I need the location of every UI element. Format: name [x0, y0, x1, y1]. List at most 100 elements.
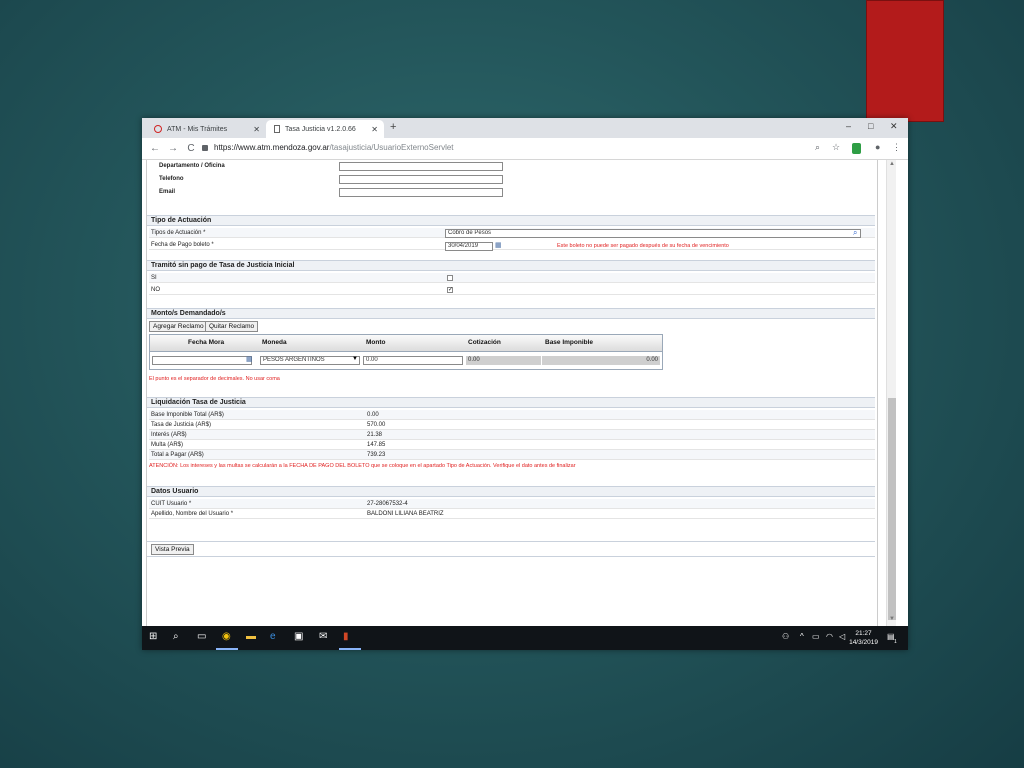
- lock-icon: [202, 144, 208, 151]
- montos-grid-row: ▦ PESOS ARGENTINOS ▼ 0.00 0.00 0.00: [149, 352, 663, 370]
- store-icon[interactable]: ▣: [294, 631, 303, 642]
- tab-tasa-justicia[interactable]: Tasa Justicia v1.2.0.66 ✕: [266, 120, 384, 138]
- menu-icon[interactable]: ⋮: [892, 142, 901, 153]
- decimal-note: El punto es el separador de decimales. N…: [149, 376, 280, 382]
- col-monto: Monto: [366, 339, 386, 346]
- agregar-reclamo-button[interactable]: Agregar Reclamo: [149, 321, 208, 332]
- tab-label: ATM - Mis Trámites: [167, 125, 228, 133]
- chevron-up-icon[interactable]: ^: [800, 632, 804, 641]
- tipo-actuacion-input[interactable]: Cobro de Pesos: [445, 229, 861, 238]
- liquidacion-row: Total a Pagar (AR$) 739.23: [149, 450, 875, 460]
- edge-icon[interactable]: e: [270, 631, 276, 642]
- col-cotizacion: Cotización: [468, 339, 501, 346]
- section-liquidacion: Liquidación Tasa de Justicia: [147, 397, 875, 408]
- telefono-input[interactable]: [339, 175, 503, 184]
- url-host: https://www.atm.mendoza.gov.ar: [214, 143, 330, 152]
- close-window-button[interactable]: ✕: [890, 121, 898, 132]
- form-row: SI: [149, 273, 875, 283]
- liquidacion-row: Multa (AR$) 147.85: [149, 440, 875, 450]
- url-path: /tasajusticia/UsuarioExternoServlet: [329, 143, 454, 152]
- slide-red-accent: [866, 0, 944, 122]
- active-app-indicator: [216, 648, 238, 650]
- file-explorer-icon[interactable]: ▬: [246, 631, 256, 642]
- si-checkbox[interactable]: [447, 275, 453, 281]
- apellido-nombre-value: BALDONI LILIANA BEATRIZ: [367, 511, 444, 517]
- tipo-actuacion-label: Tipos de Actuación *: [151, 230, 206, 236]
- usuario-row: CUIT Usuario * 27-28067532-4: [149, 499, 875, 509]
- form-row: Fecha de Pago boleto *: [149, 240, 875, 250]
- liquidacion-row: Interés (AR$) 21.38: [149, 430, 875, 440]
- actions-bar: [147, 541, 875, 557]
- forward-button[interactable]: →: [168, 143, 178, 154]
- form-page: Departamento / Oficina Telefono Email Ti…: [146, 160, 878, 626]
- fecha-pago-input[interactable]: 30/04/2019: [445, 242, 493, 251]
- departamento-input[interactable]: [339, 162, 503, 171]
- si-label: SI: [151, 275, 157, 281]
- star-icon[interactable]: ☆: [832, 142, 840, 153]
- calendar-icon[interactable]: ▦: [246, 355, 253, 363]
- people-icon[interactable]: ⚇: [782, 632, 789, 641]
- section-tramito-sin-pago: Tramitó sin pago de Tasa de Justicia Ini…: [147, 260, 875, 271]
- col-base-imponible: Base Imponible: [545, 339, 594, 346]
- vertical-scrollbar[interactable]: ▲ ▼: [886, 160, 896, 626]
- scrollbar-thumb[interactable]: [888, 398, 896, 620]
- liquidacion-label: Interés (AR$): [151, 432, 187, 438]
- no-checkbox[interactable]: ✓: [447, 287, 453, 293]
- notification-count: 1: [894, 639, 897, 645]
- liquidacion-value: 147.85: [367, 442, 386, 448]
- form-row: NO: [149, 285, 875, 295]
- mail-icon[interactable]: ✉: [319, 631, 327, 642]
- system-clock[interactable]: 21:27 14/3/2019: [849, 629, 878, 647]
- battery-icon[interactable]: ▭: [812, 632, 820, 641]
- vista-previa-button[interactable]: Vista Previa: [151, 544, 194, 555]
- maximize-button[interactable]: □: [868, 121, 873, 131]
- liquidacion-row: Base Imponible Total (AR$) 0.00: [149, 410, 875, 420]
- clock-date: 14/3/2019: [849, 639, 878, 646]
- scroll-down-icon[interactable]: ▼: [888, 616, 896, 624]
- minimize-button[interactable]: –: [846, 121, 851, 131]
- section-tipo-actuacion: Tipo de Actuación: [147, 215, 875, 226]
- back-button[interactable]: ←: [150, 143, 160, 154]
- zoom-icon[interactable]: ⌕: [815, 142, 820, 153]
- wifi-icon[interactable]: ◠: [826, 632, 833, 641]
- cuit-value: 27-28067532-4: [367, 501, 408, 507]
- search-icon[interactable]: ⌕: [173, 631, 179, 642]
- quitar-reclamo-button[interactable]: Quitar Reclamo: [205, 321, 259, 332]
- task-view-icon[interactable]: ▭: [197, 631, 206, 642]
- liquidacion-value: 570.00: [367, 422, 386, 428]
- section-montos: Monto/s Demandado/s: [147, 308, 875, 319]
- search-icon[interactable]: ⌕: [853, 228, 857, 238]
- powerpoint-icon[interactable]: ▮: [343, 631, 349, 642]
- windows-start-icon[interactable]: ⊞: [149, 631, 157, 642]
- liquidacion-row: Tasa de Justicia (AR$) 570.00: [149, 420, 875, 430]
- fecha-mora-input[interactable]: [152, 356, 252, 365]
- dropdown-arrow-icon[interactable]: ▼: [352, 356, 358, 362]
- new-tab-button[interactable]: +: [390, 121, 396, 133]
- address-bar[interactable]: https://www.atm.mendoza.gov.ar /tasajust…: [202, 143, 454, 152]
- monto-input[interactable]: 0.00: [363, 356, 463, 365]
- volume-icon[interactable]: ◁: [839, 632, 845, 641]
- page-viewport: Departamento / Oficina Telefono Email Ti…: [142, 160, 908, 626]
- active-app-indicator: [339, 648, 361, 650]
- liquidacion-warning: ATENCIÓN: Los intereses y las multas se …: [149, 463, 576, 469]
- telefono-label: Telefono: [159, 176, 184, 182]
- liquidacion-label: Base Imponible Total (AR$): [151, 412, 224, 418]
- moneda-select[interactable]: PESOS ARGENTINOS: [260, 356, 360, 365]
- close-icon[interactable]: ✕: [253, 125, 260, 134]
- montos-grid-header: Fecha Mora Moneda Monto Cotización Base …: [149, 334, 663, 352]
- cuit-label: CUIT Usuario *: [151, 501, 192, 507]
- departamento-label: Departamento / Oficina: [159, 163, 225, 169]
- calendar-icon[interactable]: ▦: [495, 241, 502, 249]
- liquidacion-value: 0.00: [367, 412, 379, 418]
- chrome-icon[interactable]: ◉: [222, 631, 231, 642]
- windows-taskbar: ⊞ ⌕ ▭ ◉ ▬ e ▣ ✉ ▮ ⚇ ^ ▭ ◠ ◁ 21:27 14/3/2…: [142, 626, 908, 650]
- browser-window: ATM - Mis Trámites ✕ Tasa Justicia v1.2.…: [142, 118, 908, 650]
- extension-icon[interactable]: [852, 143, 861, 156]
- scroll-up-icon[interactable]: ▲: [888, 161, 896, 169]
- col-fecha-mora: Fecha Mora: [188, 339, 225, 346]
- reload-button[interactable]: C: [186, 143, 196, 154]
- profile-icon[interactable]: ●: [875, 142, 880, 152]
- email-input[interactable]: [339, 188, 503, 197]
- tab-atm-mis-tramites[interactable]: ATM - Mis Trámites ✕: [146, 120, 266, 138]
- close-icon[interactable]: ✕: [371, 125, 378, 134]
